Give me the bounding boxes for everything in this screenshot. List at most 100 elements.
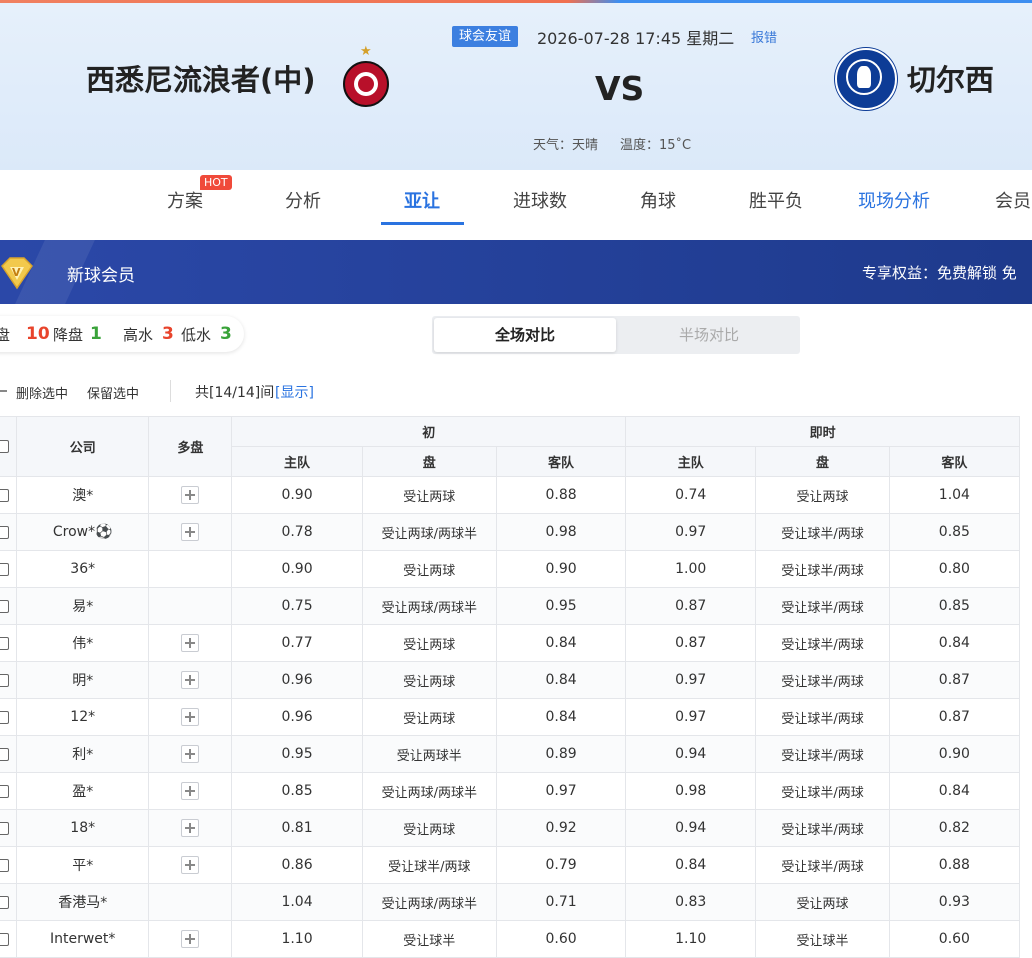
member-banner[interactable]: V 新球会员 专享权益：免费解锁 免 bbox=[0, 240, 1032, 304]
company-cell: 香港马* bbox=[16, 883, 150, 921]
select-all-checkbox[interactable] bbox=[0, 440, 9, 453]
expand-plus-icon[interactable] bbox=[181, 523, 200, 541]
expand-plus-icon[interactable] bbox=[181, 782, 200, 800]
row-checkbox[interactable] bbox=[0, 895, 9, 909]
row-select-cell bbox=[0, 846, 18, 884]
live-away-odds: 0.84 bbox=[888, 772, 1021, 810]
row-checkbox[interactable] bbox=[0, 673, 9, 687]
table-row: Interwet* 1.10 受让球半 0.60 1.10 受让球半 0.60 bbox=[0, 920, 1021, 958]
table-row: 盈* 0.85 受让两球/两球半 0.97 0.98 受让球半/两球 0.84 bbox=[0, 772, 1021, 810]
live-home-odds: 0.74 bbox=[625, 476, 757, 514]
header-live-home: 主队 bbox=[625, 446, 757, 477]
period-toggle: 全场对比 半场对比 bbox=[432, 316, 800, 354]
initial-home-odds: 0.96 bbox=[231, 661, 363, 699]
expand-plus-icon[interactable] bbox=[181, 745, 200, 763]
table-row: 易* 0.75 受让两球/两球半 0.95 0.87 受让球半/两球 0.85 bbox=[0, 587, 1021, 625]
weather-text: 天气：天晴 bbox=[533, 138, 599, 153]
tab-asian-handicap[interactable]: 亚让 bbox=[404, 187, 440, 213]
initial-home-odds: 0.81 bbox=[231, 809, 363, 847]
initial-handicap: 受让球半/两球 bbox=[361, 846, 497, 884]
keep-selected-button[interactable]: 保留选中 bbox=[87, 383, 139, 402]
expand-plus-icon[interactable] bbox=[181, 708, 200, 726]
company-count: 共[14/14]间 bbox=[195, 385, 275, 401]
row-select-cell bbox=[0, 550, 18, 588]
delete-selected-button[interactable]: 删除选中 bbox=[16, 383, 68, 402]
match-datetime: 2026-07-28 17:45 星期二 bbox=[537, 29, 735, 48]
row-checkbox[interactable] bbox=[0, 747, 9, 761]
row-checkbox[interactable] bbox=[0, 821, 9, 835]
away-team-name[interactable]: 切尔西 bbox=[907, 57, 994, 99]
row-checkbox[interactable] bbox=[0, 525, 9, 539]
row-checkbox[interactable] bbox=[0, 562, 9, 576]
live-away-odds: 0.88 bbox=[888, 846, 1021, 884]
row-checkbox[interactable] bbox=[0, 488, 9, 502]
multi-cell bbox=[148, 735, 233, 773]
expand-plus-icon[interactable] bbox=[181, 486, 200, 504]
live-handicap: 受让两球 bbox=[755, 883, 890, 921]
down-count: 1 bbox=[90, 324, 102, 344]
company-cell: 平* bbox=[16, 846, 150, 884]
live-away-odds: 0.80 bbox=[888, 550, 1021, 588]
initial-handicap: 受让两球半 bbox=[361, 735, 497, 773]
live-away-odds: 0.60 bbox=[888, 920, 1021, 958]
live-handicap: 受让球半/两球 bbox=[755, 735, 890, 773]
expand-plus-icon[interactable] bbox=[181, 819, 200, 837]
live-away-odds: 0.90 bbox=[888, 735, 1021, 773]
minus-icon bbox=[0, 390, 7, 392]
home-team-logo-icon[interactable] bbox=[343, 61, 389, 107]
initial-away-odds: 0.95 bbox=[495, 587, 627, 625]
initial-handicap: 受让两球 bbox=[361, 476, 497, 514]
half-match-button[interactable]: 半场对比 bbox=[618, 318, 800, 352]
live-handicap: 受让球半/两球 bbox=[755, 550, 890, 588]
live-home-odds: 0.94 bbox=[625, 735, 757, 773]
down-label: 降盘 bbox=[53, 326, 84, 344]
row-select-cell bbox=[0, 587, 18, 625]
company-cell: 澳* bbox=[16, 476, 150, 514]
low-water-count: 3 bbox=[220, 324, 232, 344]
live-handicap: 受让球半/两球 bbox=[755, 661, 890, 699]
row-checkbox[interactable] bbox=[0, 858, 9, 872]
row-checkbox[interactable] bbox=[0, 710, 9, 724]
live-away-odds: 0.87 bbox=[888, 698, 1021, 736]
initial-away-odds: 0.89 bbox=[495, 735, 627, 773]
row-checkbox[interactable] bbox=[0, 599, 9, 613]
table-row: 36* 0.90 受让两球 0.90 1.00 受让球半/两球 0.80 bbox=[0, 550, 1021, 588]
high-water-count: 3 bbox=[162, 324, 174, 344]
row-select-cell bbox=[0, 809, 18, 847]
expand-plus-icon[interactable] bbox=[181, 856, 200, 874]
row-checkbox[interactable] bbox=[0, 636, 9, 650]
live-handicap: 受让球半/两球 bbox=[755, 846, 890, 884]
expand-plus-icon[interactable] bbox=[181, 671, 200, 689]
live-handicap: 受让球半/两球 bbox=[755, 513, 890, 551]
expand-plus-icon[interactable] bbox=[181, 634, 200, 652]
header-initial-away: 客队 bbox=[495, 446, 627, 477]
live-home-odds: 0.97 bbox=[625, 661, 757, 699]
tab-analysis[interactable]: 分析 bbox=[285, 187, 321, 213]
initial-away-odds: 0.92 bbox=[495, 809, 627, 847]
star-icon: ★ bbox=[360, 44, 372, 59]
tab-plan[interactable]: 方案 bbox=[167, 187, 203, 213]
company-cell: 明* bbox=[16, 661, 150, 699]
row-checkbox[interactable] bbox=[0, 784, 9, 798]
row-select-cell bbox=[0, 772, 18, 810]
tab-member[interactable]: 会员 bbox=[995, 187, 1031, 213]
tab-corners[interactable]: 角球 bbox=[640, 187, 676, 213]
initial-home-odds: 0.95 bbox=[231, 735, 363, 773]
show-link[interactable]: [显示] bbox=[275, 382, 314, 402]
company-cell: 易* bbox=[16, 587, 150, 625]
expand-plus-icon[interactable] bbox=[181, 930, 200, 948]
full-match-button[interactable]: 全场对比 bbox=[434, 318, 616, 352]
company-cell: 伟* bbox=[16, 624, 150, 662]
initial-away-odds: 0.90 bbox=[495, 550, 627, 588]
report-error-link[interactable]: 报错 bbox=[751, 27, 777, 46]
home-team-name[interactable]: 西悉尼流浪者(中) bbox=[86, 57, 316, 99]
live-handicap: 受让球半/两球 bbox=[755, 772, 890, 810]
live-away-odds: 0.87 bbox=[888, 661, 1021, 699]
multi-cell bbox=[148, 920, 233, 958]
tab-win-draw-lose[interactable]: 胜平负 bbox=[749, 187, 803, 213]
tab-goals[interactable]: 进球数 bbox=[513, 187, 567, 213]
away-team-logo-icon[interactable] bbox=[835, 48, 897, 110]
multi-cell bbox=[148, 809, 233, 847]
tab-live-analysis[interactable]: 现场分析 bbox=[858, 187, 930, 213]
multi-cell bbox=[148, 587, 233, 625]
